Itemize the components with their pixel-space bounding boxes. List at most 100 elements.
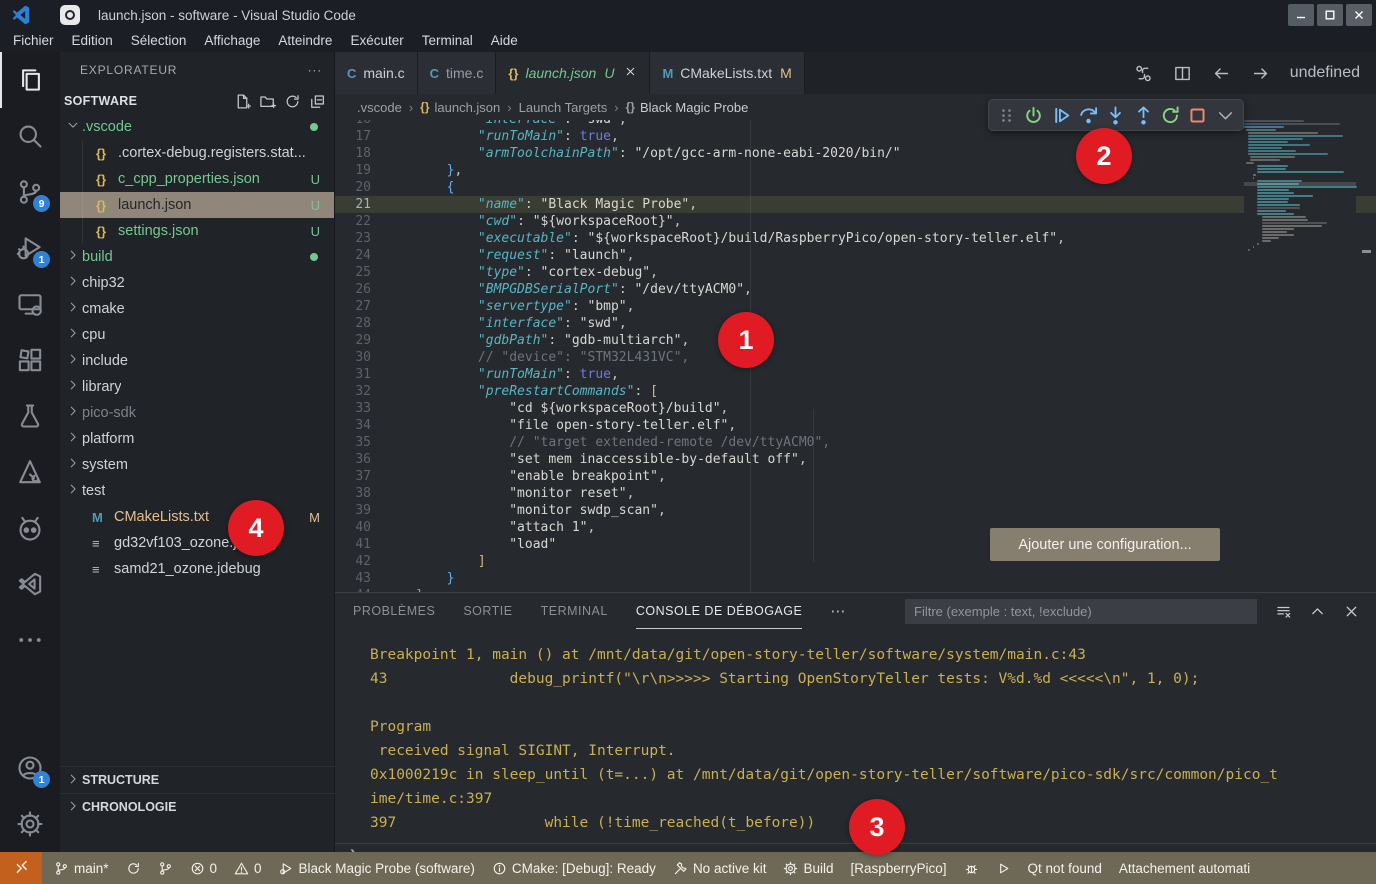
breadcrumb-item[interactable]: .vscode: [357, 100, 402, 115]
menu-aide[interactable]: Aide: [482, 30, 527, 52]
overview-ruler[interactable]: [1356, 120, 1376, 592]
more-icon[interactable]: undefined: [1290, 64, 1360, 82]
close-button[interactable]: [1346, 4, 1372, 26]
sidebar-more-icon[interactable]: ···: [308, 63, 322, 77]
refresh-icon[interactable]: [284, 93, 301, 110]
navigate-back-icon[interactable]: [1212, 64, 1231, 83]
minimize-button[interactable]: [1288, 4, 1314, 26]
status-git-sync[interactable]: [126, 861, 141, 876]
panel-tab-console-de-d-bogage[interactable]: CONSOLE DE DÉBOGAGE: [636, 593, 802, 629]
tree-item-gd32vf103-ozone-jdebug[interactable]: ≡gd32vf103_ozone.jdebug: [60, 530, 334, 556]
tree-item-system[interactable]: system: [60, 452, 334, 478]
section-chronologie[interactable]: CHRONOLOGIE: [60, 793, 335, 820]
tree-item-samd21-ozone-jdebug[interactable]: ≡samd21_ozone.jdebug: [60, 556, 334, 582]
tree-item-cmake[interactable]: cmake: [60, 296, 334, 322]
debug-more-debug-button[interactable]: [1212, 102, 1238, 128]
status-warnings[interactable]: 0: [234, 861, 262, 876]
workspace-section-header[interactable]: SOFTWARE: [60, 88, 334, 114]
activity-more[interactable]: [0, 612, 60, 668]
breadcrumb-item[interactable]: {}Black Magic Probe: [626, 100, 749, 115]
activity-testing[interactable]: [0, 388, 60, 444]
activity-source-control[interactable]: 9: [0, 164, 60, 220]
tree-item-test[interactable]: test: [60, 478, 334, 504]
tab-launch-json[interactable]: {}launch.jsonU: [496, 52, 650, 94]
tree-item-platform[interactable]: platform: [60, 426, 334, 452]
maximize-button[interactable]: [1317, 4, 1343, 26]
status-errors[interactable]: 0: [190, 861, 218, 876]
tab-main-c[interactable]: Cmain.c: [335, 52, 418, 94]
open-changes-icon[interactable]: [1134, 64, 1153, 83]
tree-item-settings-json[interactable]: {}settings.jsonU: [60, 218, 334, 244]
status-build-target[interactable]: [RaspberryPico]: [851, 861, 947, 876]
menu-atteindre[interactable]: Atteindre: [269, 30, 341, 52]
status-cmake-status[interactable]: CMake: [Debug]: Ready: [492, 861, 656, 876]
status-debug-target[interactable]: [964, 861, 979, 876]
debug-step-out-button[interactable]: [1130, 102, 1156, 128]
activity-search[interactable]: [0, 108, 60, 164]
panel-tab-terminal[interactable]: TERMINAL: [541, 593, 608, 629]
menu-terminal[interactable]: Terminal: [413, 30, 482, 52]
status-git-graph[interactable]: [158, 861, 173, 876]
new-file-icon[interactable]: [234, 93, 251, 110]
tree-item-pico-sdk[interactable]: pico-sdk: [60, 400, 334, 426]
status-git-branch[interactable]: main*: [54, 861, 109, 876]
activity-explorer[interactable]: [0, 52, 60, 108]
new-folder-icon[interactable]: [259, 93, 276, 110]
section-structure[interactable]: STRUCTURE: [60, 766, 335, 793]
add-configuration-button[interactable]: Ajouter une configuration...: [990, 528, 1220, 561]
debug-continue-button[interactable]: [1048, 102, 1074, 128]
tree-item-library[interactable]: library: [60, 374, 334, 400]
menu-exécuter[interactable]: Exécuter: [341, 30, 412, 52]
close-panel-icon[interactable]: [1343, 603, 1360, 620]
tree-item-c-cpp-properties-json[interactable]: {}c_cpp_properties.jsonU: [60, 166, 334, 192]
activity-extensions[interactable]: [0, 332, 60, 388]
debug-stop-button[interactable]: [1185, 102, 1211, 128]
tree-item-include[interactable]: include: [60, 348, 334, 374]
clear-console-icon[interactable]: [1275, 603, 1292, 620]
panel-tab-sortie[interactable]: SORTIE: [463, 593, 512, 629]
status-auto-attach[interactable]: Attachement automati: [1119, 861, 1250, 876]
code-editor[interactable]: 16 "interface": "swd",17 "runToMain": tr…: [335, 120, 1376, 592]
debug-launch-button[interactable]: [1021, 102, 1047, 128]
tree-item--cortex-debug-registers-stat-[interactable]: {}.cortex-debug.registers.stat...: [60, 140, 334, 166]
tree-item-cpu[interactable]: cpu: [60, 322, 334, 348]
close-icon[interactable]: [624, 65, 637, 81]
breadcrumb-item[interactable]: {}launch.json: [420, 100, 500, 115]
tree-item-build[interactable]: build: [60, 244, 334, 270]
collapse-all-icon[interactable]: [309, 93, 326, 110]
navigate-forward-icon[interactable]: [1251, 64, 1270, 83]
activity-settings[interactable]: [0, 796, 60, 852]
status-build[interactable]: Build: [783, 861, 833, 876]
tab-time-c[interactable]: Ctime.c: [418, 52, 497, 94]
activity-cmake[interactable]: [0, 444, 60, 500]
remote-indicator[interactable]: [0, 852, 42, 884]
activity-run-debug[interactable]: 1: [0, 220, 60, 276]
activity-platformio[interactable]: [0, 500, 60, 556]
status-active-kit[interactable]: No active kit: [673, 861, 767, 876]
tree-item--vscode[interactable]: .vscode: [60, 114, 334, 140]
debug-step-into-button[interactable]: [1103, 102, 1129, 128]
split-editor-icon[interactable]: [1173, 64, 1192, 83]
tab-cmakelists-txt[interactable]: MCMakeLists.txtM: [650, 52, 804, 94]
breadcrumb-item[interactable]: Launch Targets: [519, 100, 608, 115]
maximize-panel-icon[interactable]: [1309, 603, 1326, 620]
debug-step-over-button[interactable]: [1076, 102, 1102, 128]
console-filter-input[interactable]: Filtre (exemple : text, !exclude): [905, 599, 1257, 624]
tree-item-launch-json[interactable]: {}launch.jsonU: [60, 192, 334, 218]
panel-tab-probl-mes[interactable]: PROBLÈMES: [353, 593, 435, 629]
status-qt-status[interactable]: Qt not found: [1028, 861, 1102, 876]
activity-account[interactable]: 1: [0, 740, 60, 796]
menu-sélection[interactable]: Sélection: [122, 30, 196, 52]
status-debug-launch[interactable]: Black Magic Probe (software): [279, 861, 475, 876]
debug-restart-button[interactable]: [1158, 102, 1184, 128]
tree-item-cmakelists-txt[interactable]: MCMakeLists.txtM: [60, 504, 334, 530]
status-run-target[interactable]: [996, 861, 1011, 876]
activity-vs-project[interactable]: [0, 556, 60, 612]
menu-edition[interactable]: Edition: [63, 30, 122, 52]
tree-item-chip32[interactable]: chip32: [60, 270, 334, 296]
activity-remote-explorer[interactable]: [0, 276, 60, 332]
menu-affichage[interactable]: Affichage: [195, 30, 269, 52]
menu-fichier[interactable]: Fichier: [4, 30, 63, 52]
minimap[interactable]: [1244, 120, 1356, 592]
panel-more-icon[interactable]: ⋯: [830, 602, 847, 620]
